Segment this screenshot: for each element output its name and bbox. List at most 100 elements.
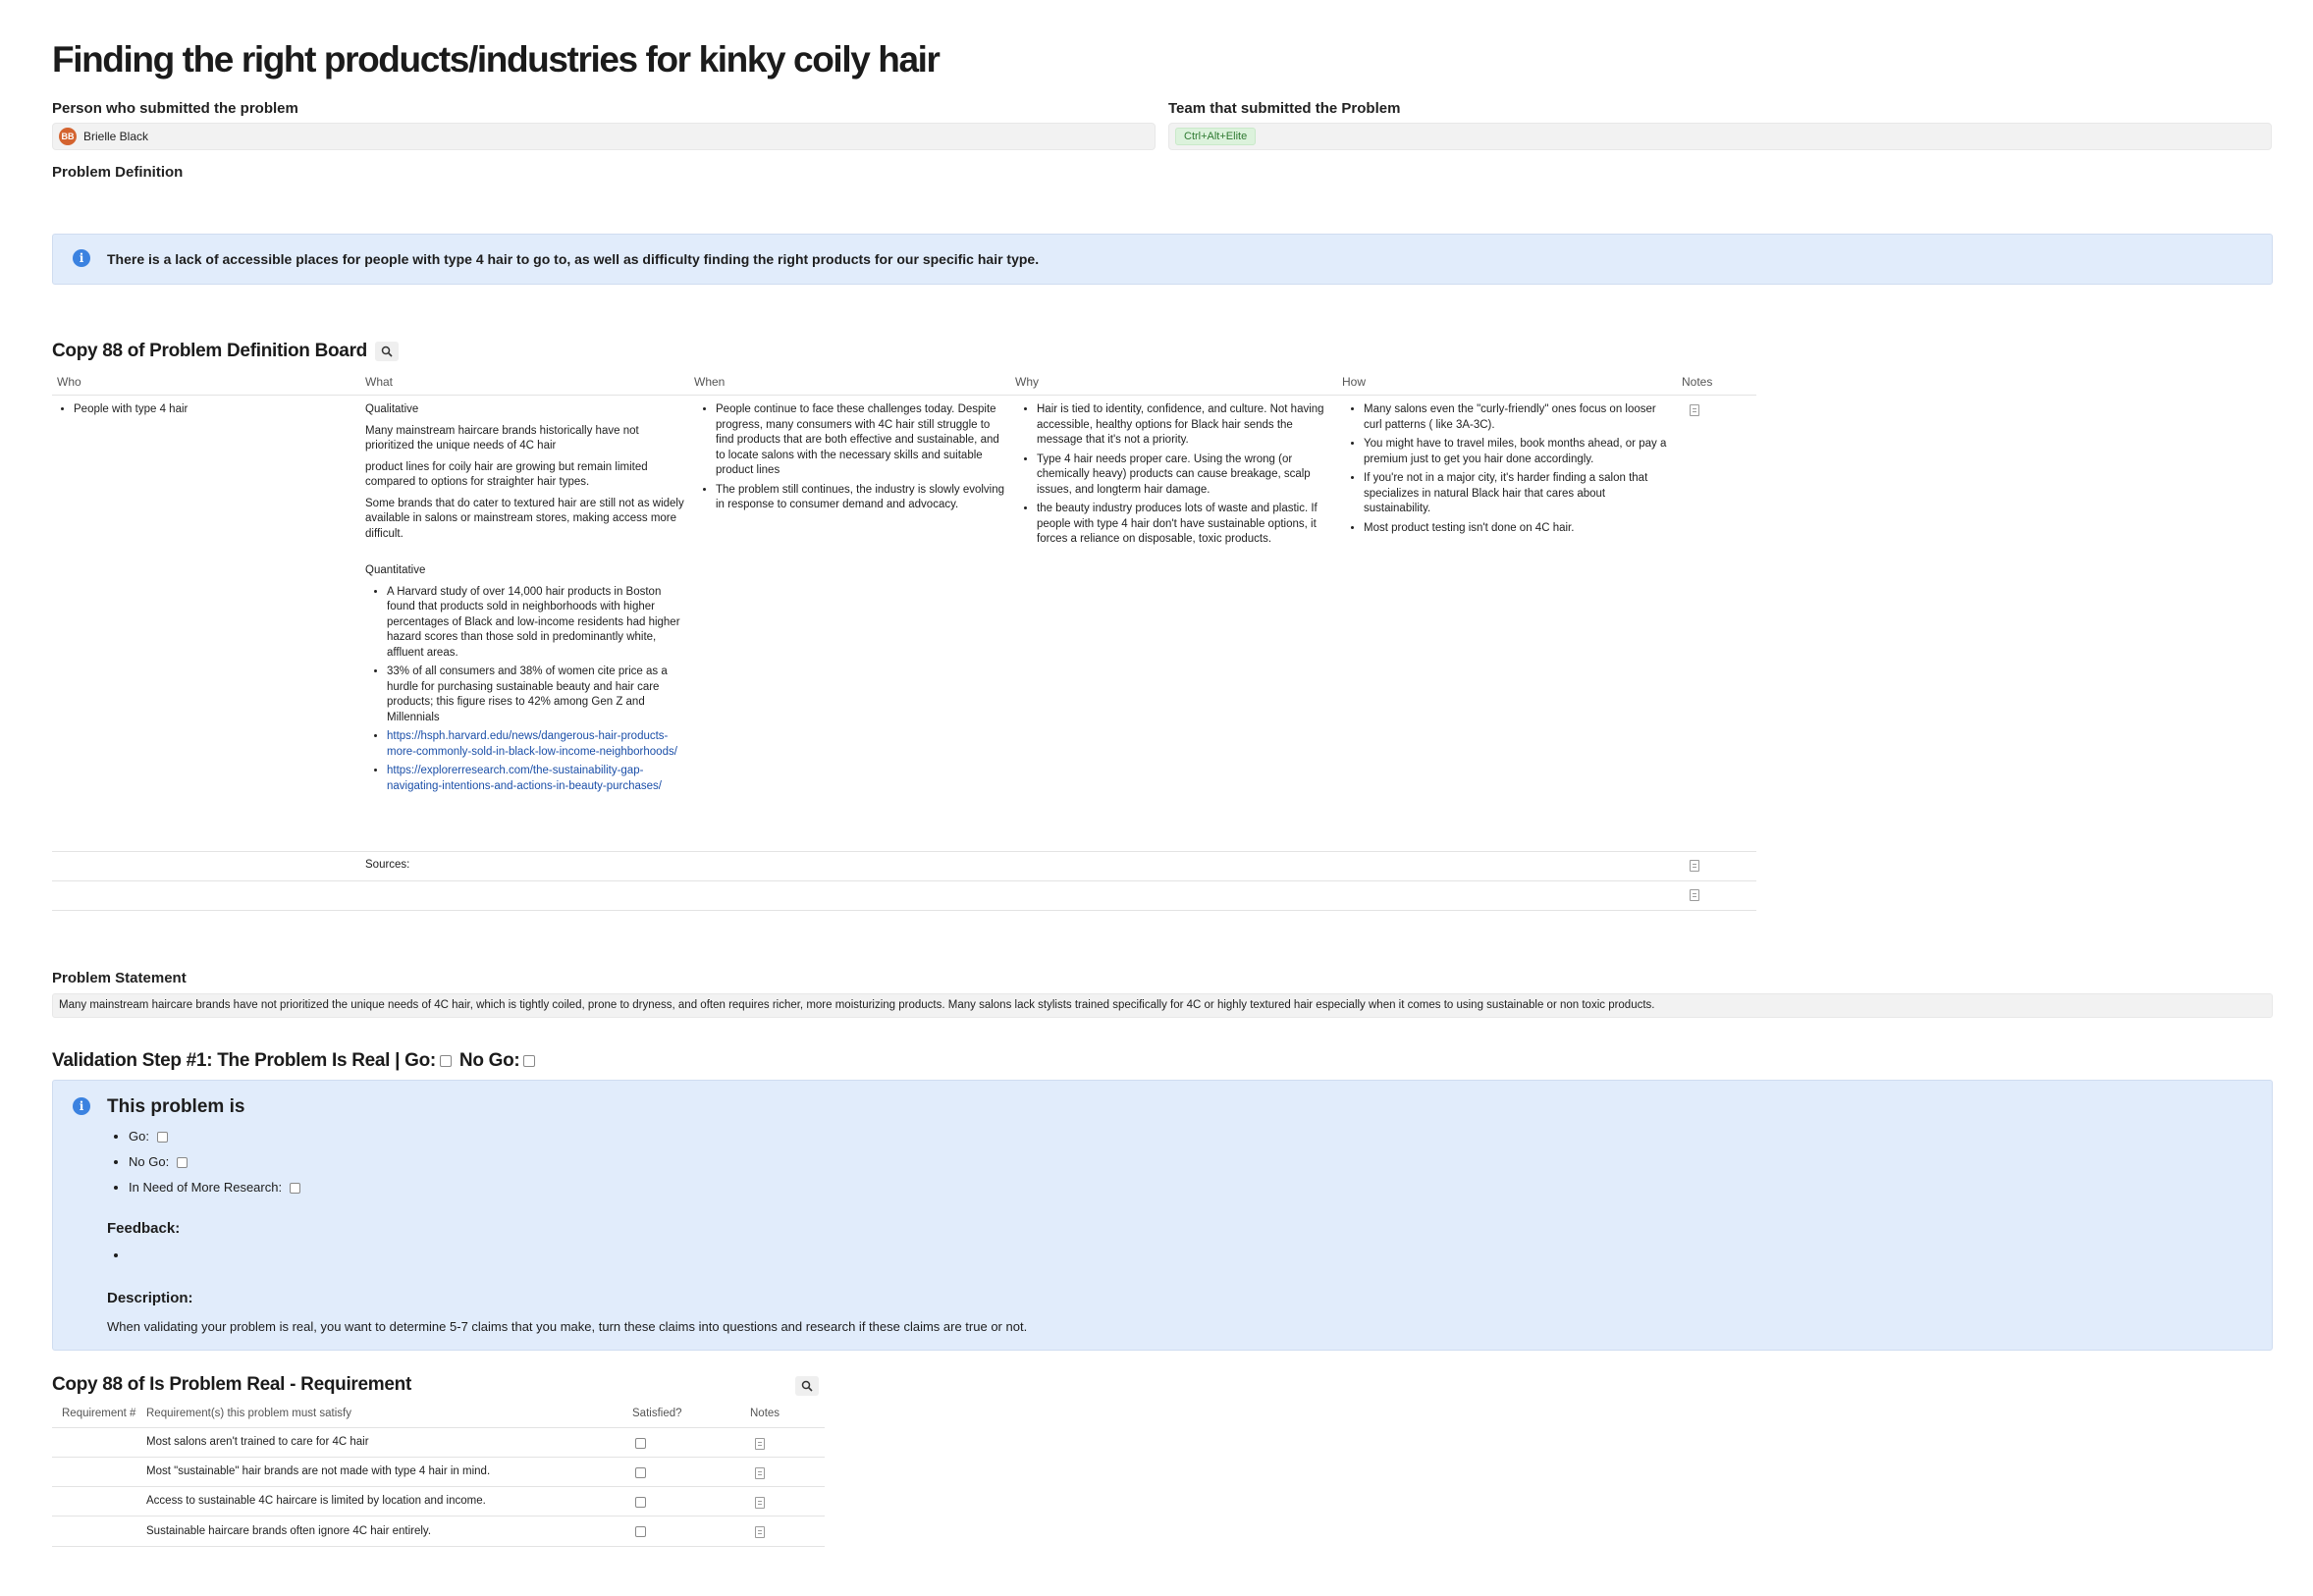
list-item: the beauty industry produces lots of was… xyxy=(1037,502,1331,548)
col-why[interactable]: Why xyxy=(1015,375,1039,389)
requirement-text[interactable]: Most "sustainable" hair brands are not m… xyxy=(146,1464,490,1480)
satisfied-checkbox[interactable] xyxy=(635,1526,646,1537)
requirements-title: Copy 88 of Is Problem Real - Requirement xyxy=(52,1374,411,1395)
list-item: Type 4 hair needs proper care. Using the… xyxy=(1037,452,1331,499)
list-item: The problem still continues, the industr… xyxy=(716,483,1006,513)
note-icon[interactable] xyxy=(1690,889,1699,901)
list-item: No Go: xyxy=(129,1154,300,1169)
list-item: If you're not in a major city, it's hard… xyxy=(1364,471,1672,517)
col-requirement[interactable]: Requirement(s) this problem must satisfy xyxy=(146,1408,351,1419)
requirement-text[interactable]: Sustainable haircare brands often ignore… xyxy=(146,1524,431,1540)
feedback-list xyxy=(107,1248,133,1273)
checkbox-icon[interactable] xyxy=(176,1157,188,1169)
requirement-text[interactable]: Access to sustainable 4C haircare is lim… xyxy=(146,1494,486,1510)
description-text: When validating your problem is real, yo… xyxy=(107,1319,1028,1334)
info-icon: i xyxy=(73,1097,90,1115)
list-item: In Need of More Research: xyxy=(129,1180,300,1195)
divider xyxy=(52,395,1756,396)
note-icon[interactable] xyxy=(755,1467,765,1479)
paragraph: Many mainstream haircare brands historic… xyxy=(365,424,639,452)
validation-title: Validation Step #1: The Problem Is Real … xyxy=(52,1050,543,1072)
info-icon: i xyxy=(73,249,90,267)
divider xyxy=(52,1546,825,1547)
satisfied-checkbox[interactable] xyxy=(635,1467,646,1478)
person-field[interactable]: BB Brielle Black xyxy=(52,123,1156,150)
statement-field[interactable]: Many mainstream haircare brands have not… xyxy=(52,993,2273,1018)
validation-callout: i This problem is Go: No Go: In Need of … xyxy=(52,1080,2273,1351)
list-item: Many salons even the "curly-friendly" on… xyxy=(1364,402,1672,433)
list-item: 33% of all consumers and 38% of women ci… xyxy=(387,665,685,725)
col-satisfied[interactable]: Satisfied? xyxy=(632,1408,682,1419)
divider xyxy=(52,880,1756,881)
divider xyxy=(52,1457,825,1458)
divider xyxy=(52,910,1756,911)
col-notes[interactable]: Notes xyxy=(750,1408,780,1419)
paragraph: product lines for coily hair are growing… xyxy=(365,460,648,489)
option-label: No Go: xyxy=(129,1154,170,1169)
statement-label: Problem Statement xyxy=(52,970,187,986)
problem-callout: i There is a lack of accessible places f… xyxy=(52,234,2273,285)
list-item: People with type 4 hair xyxy=(74,402,347,418)
validation-title-text: Validation Step #1: The Problem Is Real … xyxy=(52,1050,436,1071)
team-label: Team that submitted the Problem xyxy=(1168,100,1401,117)
list-item: People continue to face these challenges… xyxy=(716,402,1006,479)
checkbox-icon[interactable] xyxy=(156,1132,168,1144)
requirement-text[interactable]: Most salons aren't trained to care for 4… xyxy=(146,1435,369,1451)
quant-label: Quantitative xyxy=(365,564,426,576)
note-icon[interactable] xyxy=(755,1526,765,1538)
satisfied-checkbox[interactable] xyxy=(635,1438,646,1449)
col-requirement-number[interactable]: Requirement # xyxy=(62,1408,135,1419)
note-icon[interactable] xyxy=(1690,404,1699,416)
search-icon[interactable] xyxy=(374,341,399,361)
divider xyxy=(52,1486,825,1487)
satisfied-checkbox[interactable] xyxy=(635,1497,646,1508)
definition-label: Problem Definition xyxy=(52,164,184,181)
paragraph: Some brands that do cater to textured ha… xyxy=(365,497,684,540)
how-cell[interactable]: Many salons even the "curly-friendly" on… xyxy=(1342,402,1672,540)
person-label: Person who submitted the problem xyxy=(52,100,298,117)
col-what[interactable]: What xyxy=(365,375,393,389)
checkbox-icon[interactable] xyxy=(289,1183,300,1195)
team-field[interactable]: Ctrl+Alt+Elite xyxy=(1168,123,2272,150)
callout-text: There is a lack of accessible places for… xyxy=(107,251,1040,267)
list-item: A Harvard study of over 14,000 hair prod… xyxy=(387,585,685,662)
col-who[interactable]: Who xyxy=(57,375,81,389)
page-title: Finding the right products/industries fo… xyxy=(52,39,941,80)
avatar: BB xyxy=(59,128,77,145)
board-title-text: Copy 88 of Problem Definition Board xyxy=(52,341,367,361)
list-item: Go: xyxy=(129,1129,300,1144)
when-cell[interactable]: People continue to face these challenges… xyxy=(694,402,1006,517)
option-label: In Need of More Research: xyxy=(129,1180,283,1195)
what-cell[interactable]: Qualitative Many mainstream haircare bra… xyxy=(365,402,685,798)
go-checkbox[interactable] xyxy=(439,1054,452,1067)
divider xyxy=(52,851,1756,852)
who-cell[interactable]: People with type 4 hair xyxy=(52,402,347,422)
list-item[interactable] xyxy=(129,1248,133,1262)
team-tag: Ctrl+Alt+Elite xyxy=(1175,128,1257,145)
option-list: Go: No Go: In Need of More Research: xyxy=(107,1129,300,1205)
list-item: You might have to travel miles, book mon… xyxy=(1364,437,1672,467)
note-icon[interactable] xyxy=(755,1438,765,1450)
source-link[interactable]: https://hsph.harvard.edu/news/dangerous-… xyxy=(387,730,677,758)
person-name: Brielle Black xyxy=(83,130,149,143)
validation-nogo-text: No Go: xyxy=(458,1050,520,1071)
note-icon[interactable] xyxy=(755,1497,765,1509)
col-how[interactable]: How xyxy=(1342,375,1366,389)
option-label: Go: xyxy=(129,1129,149,1144)
feedback-label: Feedback: xyxy=(107,1220,181,1237)
callout-heading: This problem is xyxy=(107,1096,245,1117)
list-item: Hair is tied to identity, confidence, an… xyxy=(1037,402,1331,449)
board-title: Copy 88 of Problem Definition Board xyxy=(52,341,399,362)
nogo-checkbox[interactable] xyxy=(523,1054,536,1067)
source-link[interactable]: https://explorerresearch.com/the-sustain… xyxy=(387,765,662,792)
why-cell[interactable]: Hair is tied to identity, confidence, an… xyxy=(1015,402,1331,552)
description-label: Description: xyxy=(107,1290,193,1306)
search-icon[interactable] xyxy=(795,1376,819,1396)
col-when[interactable]: When xyxy=(694,375,725,389)
divider xyxy=(52,1427,825,1428)
col-notes[interactable]: Notes xyxy=(1682,375,1712,389)
sources-label: Sources: xyxy=(365,859,410,871)
qual-label: Qualitative xyxy=(365,403,419,415)
list-item: Most product testing isn't done on 4C ha… xyxy=(1364,521,1672,537)
note-icon[interactable] xyxy=(1690,860,1699,872)
